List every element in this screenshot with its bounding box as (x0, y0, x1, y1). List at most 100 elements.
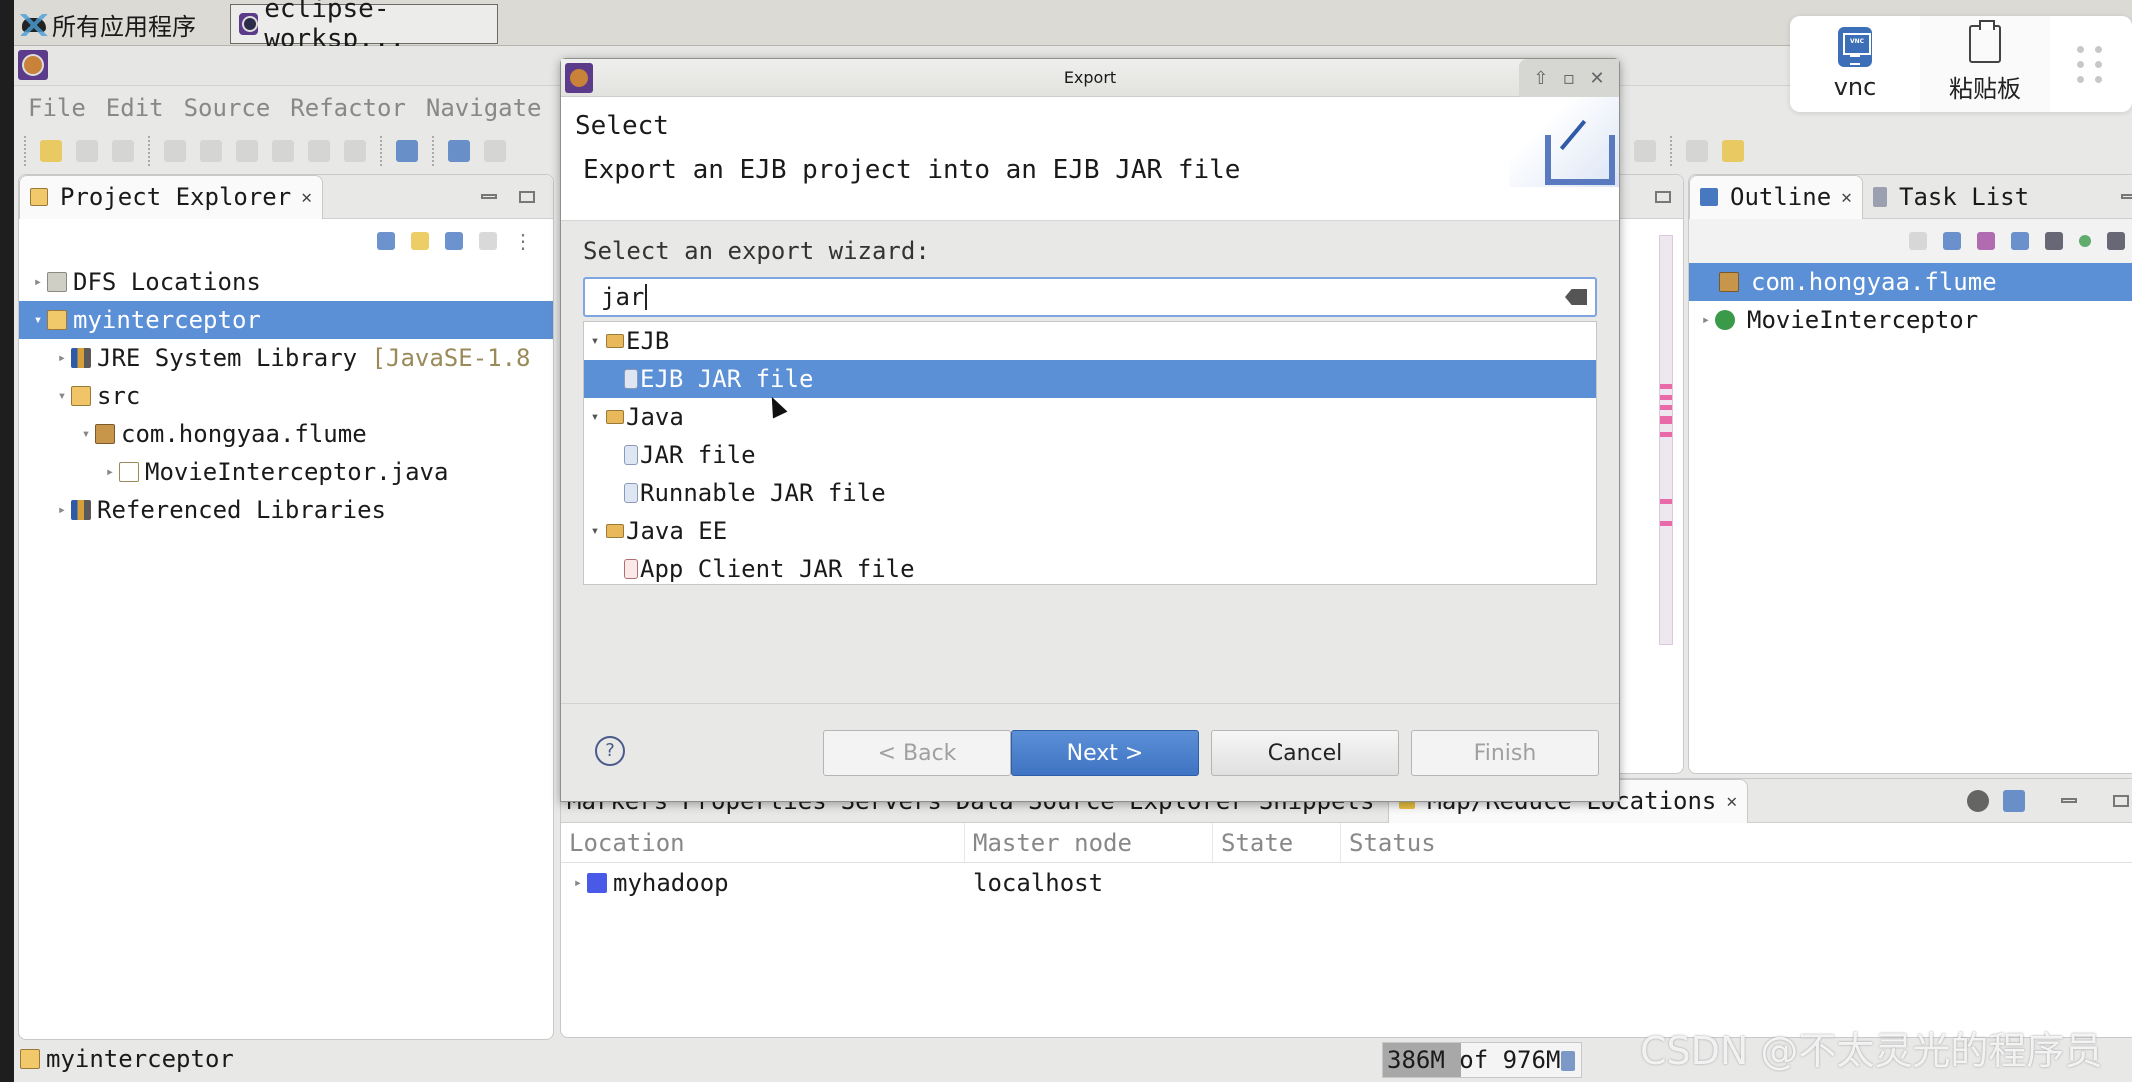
vnc-button[interactable]: vnc (1790, 16, 1920, 112)
tree-item-referenced-libraries[interactable]: ▸ Referenced Libraries (19, 491, 553, 529)
expand-arrow-icon[interactable]: ▸ (1697, 312, 1715, 328)
save-icon[interactable] (76, 140, 98, 162)
last-edit-icon[interactable] (200, 140, 222, 162)
block-selection-icon[interactable] (272, 140, 294, 162)
back-button[interactable]: < Back (823, 730, 1011, 776)
menu-edit[interactable]: Edit (106, 94, 164, 122)
project-icon (47, 310, 67, 330)
wizard-item-app-client-jar-file[interactable]: App Client JAR file (584, 550, 1596, 584)
table-row[interactable]: ▸ myhadoop localhost (561, 863, 2132, 903)
wizard-filter-input[interactable]: jar (583, 277, 1597, 317)
skip-breakpoints-icon[interactable] (448, 140, 470, 162)
word-wrap-icon[interactable] (308, 140, 330, 162)
tab-outline[interactable]: Outline ✕ (1689, 174, 1863, 219)
clipboard-button[interactable]: 粘贴板 (1920, 16, 2050, 112)
hide-fields-icon[interactable] (2011, 232, 2029, 250)
wizard-item-ejb-jar-file[interactable]: EJB JAR file (584, 360, 1596, 398)
tab-task-list[interactable]: Task List (1863, 183, 2029, 211)
menu-source[interactable]: Source (184, 94, 271, 122)
expand-arrow-icon[interactable]: ▸ (569, 875, 587, 891)
wizard-item-runnable-jar-file[interactable]: Runnable JAR file (584, 474, 1596, 512)
cancel-button[interactable]: Cancel (1211, 730, 1399, 776)
collapse-arrow-icon[interactable]: ▾ (29, 312, 47, 328)
open-perspective-icon[interactable] (1686, 140, 1708, 162)
resume-icon[interactable] (484, 140, 506, 162)
menu-navigate[interactable]: Navigate (426, 94, 542, 122)
column-header-location[interactable]: Location (561, 823, 965, 862)
hide-static-icon[interactable] (2045, 232, 2063, 250)
minimize-icon[interactable] (2121, 194, 2132, 199)
collapse-arrow-icon[interactable]: ▾ (53, 388, 71, 404)
expand-arrow-icon[interactable]: ▸ (53, 502, 71, 518)
collapse-all-icon[interactable] (1943, 232, 1961, 250)
tree-item-myinterceptor[interactable]: ▾ myinterceptor (19, 301, 553, 339)
wizard-category-ejb[interactable]: ▾ EJB (584, 322, 1596, 360)
link-with-editor-icon[interactable] (411, 232, 429, 250)
tree-item-dfs-locations[interactable]: ▸ DFS Locations (19, 263, 553, 301)
close-icon[interactable]: ✕ (301, 187, 312, 208)
heap-status[interactable]: 386M of 976M (1382, 1042, 1582, 1078)
javaee-perspective-icon[interactable] (1722, 140, 1744, 162)
maximize-icon[interactable] (1655, 190, 1671, 203)
tree-item-jre-system-library[interactable]: ▸ JRE System Library [JavaSE-1.8 (19, 339, 553, 377)
minimize-icon[interactable] (481, 194, 497, 199)
filter-icon[interactable] (445, 232, 463, 250)
close-icon[interactable]: ✕ (1841, 187, 1852, 208)
maximize-icon[interactable] (519, 190, 535, 203)
column-header-status[interactable]: Status (1341, 823, 2132, 862)
collapse-all-icon[interactable] (377, 232, 395, 250)
collapse-arrow-icon[interactable]: ▾ (584, 523, 606, 539)
trash-gc-icon[interactable] (1561, 1051, 1575, 1071)
wizard-category-java[interactable]: ▾ Java (584, 398, 1596, 436)
new-wizard-icon[interactable] (40, 140, 62, 162)
column-header-master-node[interactable]: Master node (965, 823, 1213, 862)
wizard-item-jar-file[interactable]: JAR file (584, 436, 1596, 474)
column-header-state[interactable]: State (1213, 823, 1341, 862)
expand-arrow-icon[interactable]: ▸ (101, 464, 119, 480)
help-icon[interactable]: ? (595, 736, 625, 766)
hide-nonpublic-icon[interactable] (2079, 235, 2091, 247)
maximize-icon[interactable] (2113, 794, 2129, 807)
tree-item-src[interactable]: ▾ src (19, 377, 553, 415)
heap-text: 386M of 976M (1387, 1046, 1561, 1074)
close-icon[interactable]: ✕ (1589, 68, 1604, 89)
menu-refactor[interactable]: Refactor (290, 94, 406, 122)
tree-item-movieinterceptor-java[interactable]: ▸ MovieInterceptor.java (19, 453, 553, 491)
working-sets-icon[interactable] (479, 232, 497, 250)
next-button[interactable]: Next > (1011, 730, 1199, 776)
outline-item-package[interactable]: com.hongyaa.flume (1689, 263, 2132, 301)
menu-file[interactable]: File (28, 94, 86, 122)
clear-filter-icon[interactable] (1565, 289, 1587, 305)
overview-ruler[interactable] (1659, 235, 1673, 645)
gears-icon[interactable] (1967, 789, 1989, 812)
console-icon[interactable] (396, 140, 418, 162)
show-whitespace-icon[interactable] (344, 140, 366, 162)
dialog-titlebar[interactable]: Export ⇧ ▫ ✕ (561, 59, 1619, 97)
collapse-arrow-icon[interactable]: ▾ (77, 426, 95, 442)
wizard-category-java-ee[interactable]: ▾ Java EE (584, 512, 1596, 550)
shade-icon[interactable]: ⇧ (1533, 68, 1548, 89)
save-all-icon[interactable] (112, 140, 134, 162)
eclipse-window-task-button[interactable]: eclipse-worksp... (230, 0, 498, 54)
minimize-icon[interactable] (2061, 798, 2077, 803)
view-menu-icon[interactable]: ⋮ (513, 229, 533, 253)
collapse-arrow-icon[interactable]: ▾ (584, 333, 606, 349)
new-hadoop-location-icon[interactable] (2003, 789, 2025, 812)
outline-item-movieinterceptor[interactable]: ▸ MovieInterceptor (1689, 301, 2132, 339)
tree-item-package[interactable]: ▾ com.hongyaa.flume (19, 415, 553, 453)
collapse-arrow-icon[interactable]: ▾ (584, 409, 606, 425)
breakpoints-icon[interactable] (236, 140, 258, 162)
hide-local-types-icon[interactable] (2107, 232, 2125, 250)
sort-icon[interactable] (1977, 232, 1995, 250)
maximize-icon[interactable]: ▫ (1563, 68, 1575, 89)
focus-active-task-icon[interactable] (1909, 232, 1927, 250)
drag-handle-icon[interactable] (2050, 16, 2130, 112)
close-icon[interactable]: ✕ (1726, 791, 1737, 812)
expand-arrow-icon[interactable]: ▸ (29, 274, 47, 290)
search-icon[interactable] (1634, 140, 1656, 162)
expand-arrow-icon[interactable]: ▸ (53, 350, 71, 366)
tab-project-explorer[interactable]: Project Explorer ✕ (19, 174, 324, 219)
applications-menu-button[interactable]: 所有应用程序 (20, 6, 196, 42)
finish-button[interactable]: Finish (1411, 730, 1599, 776)
toggle-ant-mark-icon[interactable] (164, 140, 186, 162)
